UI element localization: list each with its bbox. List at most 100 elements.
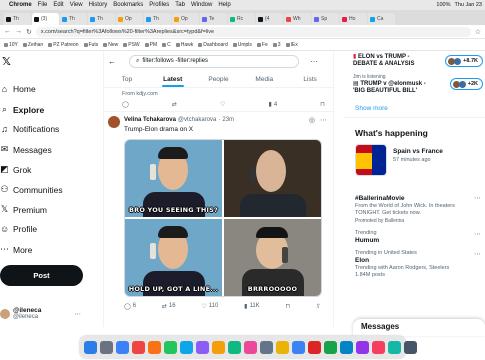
back-arrow-icon[interactable]: ← [108,57,116,66]
menu-tab[interactable]: Tab [175,2,185,8]
retweet-button[interactable]: ⇄ 16 [162,303,176,310]
dock-app-icon[interactable] [340,340,353,354]
trend-item[interactable]: Trending in United States Elon Trending … [343,244,485,278]
reply-button[interactable]: ◯ 6 [124,303,136,310]
post-button[interactable]: Post [0,265,83,286]
tweet[interactable]: Velina Tchakarova @vtchakarova · 23m ◎ ⋯… [104,112,333,315]
tab-top[interactable]: Top [104,71,150,87]
bookmark-item[interactable]: New [103,42,118,48]
bookmark-item[interactable]: PSW [123,42,140,48]
menu-history[interactable]: History [89,2,108,8]
browser-tab[interactable]: Rc [228,13,255,25]
bookmark-button[interactable]: ⊓ [320,101,325,108]
dock-app-icon[interactable] [196,340,209,354]
bookmark-item[interactable]: Futs [83,42,98,48]
dock-app-icon[interactable] [276,340,289,354]
bookmark-item[interactable]: PZ Patreon [48,42,79,48]
avatar[interactable] [108,116,120,128]
like-button[interactable]: ♡ [220,101,225,108]
views-button[interactable]: ▮ 11K [244,303,260,310]
nav-premium[interactable]: 𝕏 Premium [0,204,47,215]
author-handle[interactable]: @vtchakarova [178,117,216,123]
retweet-button[interactable]: ⇄ [172,101,177,108]
more-icon[interactable]: ⋯ [474,194,481,202]
menu-view[interactable]: View [70,2,83,8]
clock-date[interactable]: Thu Jan 23 [454,2,482,8]
browser-tab[interactable]: Th [4,13,31,25]
account-switcher[interactable]: @ileneca @ileneca ⋯ [0,307,81,320]
dock-app-icon[interactable] [372,340,385,354]
browser-tab[interactable]: Th [60,13,87,25]
more-icon[interactable]: ⋯ [474,230,481,238]
back-icon[interactable]: ← [4,28,11,35]
listeners-pill[interactable]: +8.7K [445,55,483,67]
tweet-time[interactable]: 23m [222,117,234,123]
more-icon[interactable]: ⋯ [74,310,81,318]
browser-tab[interactable]: Th [88,13,115,25]
browser-tab[interactable]: Th [144,13,171,25]
bookmark-item[interactable]: C [162,42,171,48]
dock-app-icon[interactable] [356,340,369,354]
browser-tab[interactable]: Ca [368,13,395,25]
browser-tab-active[interactable]: (3) [32,13,59,25]
nav-messages[interactable]: ✉ Messages [0,144,52,155]
trend-item[interactable]: #BallerinaMovie From the World of John W… [343,188,485,224]
live-space-card[interactable]: ▮ ELON vs TRUMP - DEBATE & ANALYSIS +8.7… [343,51,485,71]
bookmark-button[interactable]: ⊓ [285,303,290,310]
bookmark-item[interactable]: Hawk [175,42,193,48]
forward-icon[interactable]: → [15,28,22,35]
browser-tab[interactable]: Sp [312,13,339,25]
dock-app-icon[interactable] [324,340,337,354]
show-more-link[interactable]: Show more [343,97,485,117]
browser-tab[interactable]: Te [200,13,227,25]
dock-app-icon[interactable] [212,340,225,354]
dock-app-icon[interactable] [132,340,145,354]
nav-notifications[interactable]: ♫ Notifications [0,124,59,134]
menu-file[interactable]: File [38,2,48,8]
trend-event[interactable]: Spain vs France 57 minutes ago [343,144,485,176]
more-icon[interactable]: ⋯ [320,116,327,124]
browser-tab[interactable]: (4 [256,13,283,25]
browser-tab[interactable]: Wh [284,13,311,25]
live-space-card[interactable]: Jim is listening ▤ TRUMP v @elonmusk - '… [343,71,485,97]
x-logo-icon[interactable]: 𝕏 [2,55,11,68]
menu-chrome[interactable]: Chrome [9,2,32,8]
browser-tab[interactable]: Op [172,13,199,25]
browser-tab[interactable]: Op [116,13,143,25]
dock-app-icon[interactable] [228,340,241,354]
like-button[interactable]: ♡ 110 [201,303,218,310]
messages-drawer[interactable]: Messages [353,319,485,336]
listeners-pill[interactable]: +2K [449,78,483,90]
tab-media[interactable]: Media [241,71,287,87]
dock-app-icon[interactable] [180,340,193,354]
menu-bookmarks[interactable]: Bookmarks [113,2,143,8]
bookmark-item[interactable]: Fe [256,42,268,48]
tab-latest[interactable]: Latest [150,71,196,87]
bookmark-star-icon[interactable]: ☆ [475,28,481,36]
menu-help[interactable]: Help [218,2,230,8]
nav-communities[interactable]: ⚇ Communities [0,184,62,195]
nav-home[interactable]: ⌂ Home [0,84,36,94]
menu-edit[interactable]: Edit [53,2,63,8]
link-source[interactable]: From kdjy.com [104,88,333,98]
more-icon[interactable]: ⋯ [474,250,481,258]
trend-item[interactable]: Trending Humum ⋯ [343,224,485,244]
bookmark-item[interactable]: Dashboard [198,42,228,48]
bookmark-item[interactable]: 10Y [4,42,18,48]
search-input[interactable]: ⌕ filter:follows -filter:replies [129,54,299,68]
nav-explore[interactable]: ⌕ Explore [0,104,44,115]
menu-window[interactable]: Window [191,2,212,8]
dock-app-icon[interactable] [164,340,177,354]
tab-lists[interactable]: Lists [287,71,333,87]
dock-app-icon[interactable] [292,340,305,354]
dock-app-icon[interactable] [84,340,97,354]
dock-app-icon[interactable] [260,340,273,354]
nav-profile[interactable]: ☺ Profile [0,224,37,234]
menu-profiles[interactable]: Profiles [149,2,169,8]
browser-tab[interactable]: Ho [340,13,367,25]
dock-app-icon[interactable] [388,340,401,354]
nav-grok[interactable]: ◩ Grok [0,164,31,175]
grok-icon[interactable]: ◎ [309,116,315,124]
dock-app-icon[interactable] [100,340,113,354]
views-button[interactable]: ▮ 4 [269,101,278,109]
